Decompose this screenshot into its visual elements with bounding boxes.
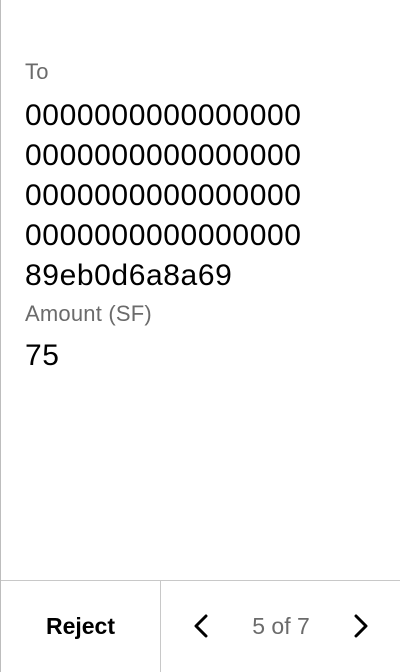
address-line-1: 0000000000000000 <box>25 99 302 132</box>
chevron-right-icon[interactable] <box>347 613 373 639</box>
amount-label: Amount (SF) <box>25 301 152 326</box>
address-line-5: 89eb0d6a8a69 <box>25 259 233 292</box>
address-line-2: 0000000000000000 <box>25 139 302 172</box>
to-address: 0000000000000000 0000000000000000 000000… <box>25 96 384 296</box>
pagination: 5 of 7 <box>161 581 400 672</box>
address-line-3: 0000000000000000 <box>25 179 302 212</box>
action-footer: Reject 5 of 7 <box>1 580 400 672</box>
page-indicator: 5 of 7 <box>252 613 310 639</box>
amount-value: 75 <box>25 339 60 372</box>
reject-button[interactable]: Reject <box>1 581 161 672</box>
address-line-4: 0000000000000000 <box>25 219 302 252</box>
transaction-details: To 0000000000000000 0000000000000000 000… <box>25 58 384 376</box>
to-label: To <box>25 59 49 84</box>
review-screen: To 0000000000000000 0000000000000000 000… <box>0 0 400 672</box>
chevron-left-icon[interactable] <box>189 613 215 639</box>
